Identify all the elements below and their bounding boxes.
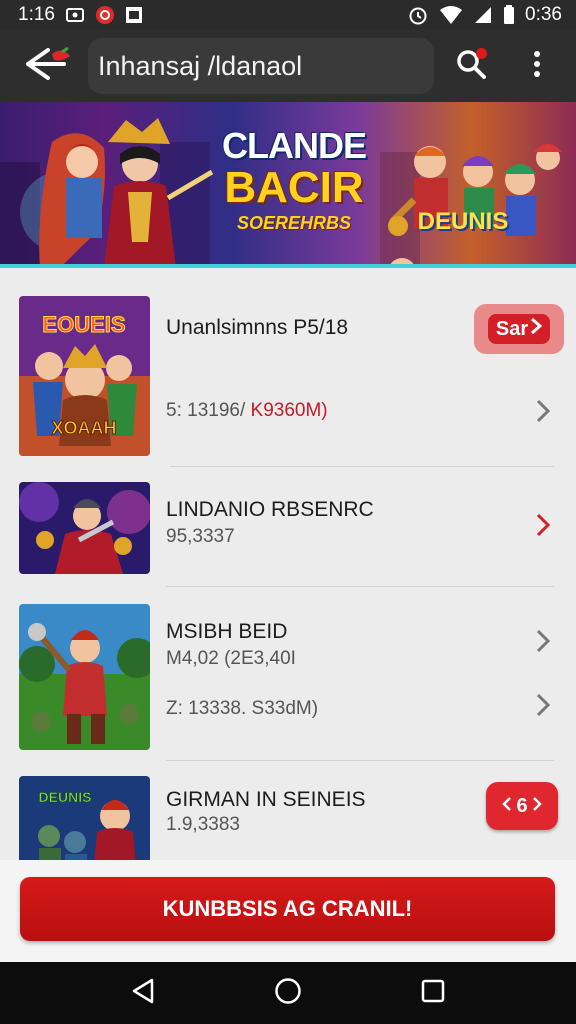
item-chevron-button[interactable]	[528, 512, 558, 542]
battery-icon	[503, 5, 515, 25]
banner-title-line2: BACIR	[224, 163, 364, 212]
back-arrow-icon	[18, 44, 74, 89]
more-vert-icon	[532, 50, 542, 83]
svg-text:DEUNIS: DEUNIS	[39, 789, 92, 805]
screen: 1:16 0:36 Inhansaj /ldanaol CLANDE BACIR…	[0, 0, 576, 1024]
banner-title: CLANDE BACIR SOEREHRBS	[214, 125, 374, 233]
red-circle-app-icon	[95, 5, 115, 25]
list-divider	[170, 466, 554, 467]
item-chevron-button[interactable]	[528, 628, 558, 658]
wifi-icon	[439, 5, 463, 25]
banner-title-line1: CLANDE	[222, 125, 367, 166]
item-subtitle: M4,02 (2E3,40I	[166, 648, 296, 669]
triangle-back-icon	[130, 977, 156, 1010]
item-action-button[interactable]: 6	[486, 782, 558, 830]
chevron-right-icon	[535, 692, 551, 723]
item-action-label: 6	[516, 794, 528, 817]
svg-text:EOUEIS: EOUEIS	[42, 312, 125, 337]
item-title: MSIBH BEID	[166, 620, 288, 643]
item-chevron-button-secondary[interactable]	[528, 692, 558, 722]
item-title: Unanlsimnns P5/18	[166, 316, 349, 339]
chevron-right-icon	[535, 398, 551, 429]
bottom-action-area: KUNBBSIS AG CRANIL!	[0, 860, 576, 962]
status-time-left: 1:16	[18, 4, 55, 25]
status-bar: 1:16 0:36	[0, 0, 576, 30]
circle-home-icon	[274, 977, 302, 1010]
search-notification-dot	[476, 48, 487, 59]
game-thumbnail	[19, 604, 150, 750]
game-list: EOUEIS XOAAH Unanlsimnns P5/18 5: 13196/…	[0, 268, 576, 860]
primary-cta-button[interactable]: KUNBBSIS AG CRANIL!	[20, 877, 555, 941]
game-thumbnail	[19, 482, 150, 574]
item-action-button[interactable]: Sar	[474, 304, 564, 354]
item-title: LINDANIO RBSENRC	[166, 498, 374, 521]
chevron-left-icon	[502, 795, 512, 818]
item-title: GIRMAN IN SEINEIS	[166, 788, 366, 811]
chevron-right-icon	[535, 512, 551, 543]
svg-text:XOAAH: XOAAH	[51, 418, 116, 438]
status-time-right: 0:36	[525, 4, 562, 25]
list-item[interactable]: LINDANIO RBSENRC 95,3337	[0, 468, 576, 588]
primary-cta-label: KUNBBSIS AG CRANIL!	[162, 896, 413, 921]
item-subtitle-a: 5: 13196/	[166, 400, 251, 421]
game-thumbnail: EOUEIS XOAAH	[19, 296, 150, 456]
status-right: 0:36	[407, 4, 562, 26]
signal-icon	[473, 5, 493, 25]
more-options-button[interactable]	[512, 30, 562, 102]
list-item[interactable]: EOUEIS XOAAH Unanlsimnns P5/18 5: 13196/…	[0, 268, 576, 468]
game-thumbnail: DEUNIS	[19, 776, 150, 860]
item-subtitle-secondary: Z: 13338. S33dM)	[166, 698, 319, 719]
image-notification-icon	[125, 5, 143, 25]
item-subtitle: 95,3337	[166, 526, 235, 547]
list-item[interactable]: DEUNIS GIRMAN IN SEINEIS 1.9,3383 6	[0, 762, 576, 860]
banner-side-logo: DEUNIS	[417, 208, 509, 235]
system-navigation-bar	[0, 962, 576, 1024]
app-bar: Inhansaj /ldanaol	[0, 30, 576, 102]
item-subtitle: 1.9,3383	[166, 814, 240, 835]
list-divider	[166, 760, 554, 761]
promo-banner[interactable]: CLANDE BACIR SOEREHRBS DEUNIS	[0, 102, 576, 268]
square-recents-icon	[421, 979, 445, 1008]
alarm-icon	[407, 4, 429, 26]
item-subtitle: 5: 13196/ K9360M)	[166, 400, 328, 422]
notification-app-icon	[65, 5, 85, 25]
item-chevron-button[interactable]	[528, 398, 558, 428]
item-subtitle-b: K9360M)	[250, 400, 328, 421]
nav-home-button[interactable]	[258, 962, 318, 1024]
status-left: 1:16	[18, 4, 143, 26]
chevron-right-icon	[532, 795, 542, 818]
back-button[interactable]	[14, 30, 78, 102]
item-action-label: Sar	[495, 317, 529, 340]
list-divider	[166, 586, 554, 587]
nav-recents-button[interactable]	[403, 962, 463, 1024]
app-title-field[interactable]: Inhansaj /ldanaol	[88, 38, 434, 94]
banner-title-line3: SOEREHRBS	[236, 213, 352, 233]
chevron-right-icon	[535, 628, 551, 659]
search-button[interactable]	[446, 30, 496, 102]
nav-back-button[interactable]	[113, 962, 173, 1024]
list-item[interactable]: MSIBH BEID M4,02 (2E3,40I Z: 13338. S33d…	[0, 588, 576, 762]
chevron-right-icon	[530, 317, 543, 341]
app-title: Inhansaj /ldanaol	[98, 50, 303, 81]
